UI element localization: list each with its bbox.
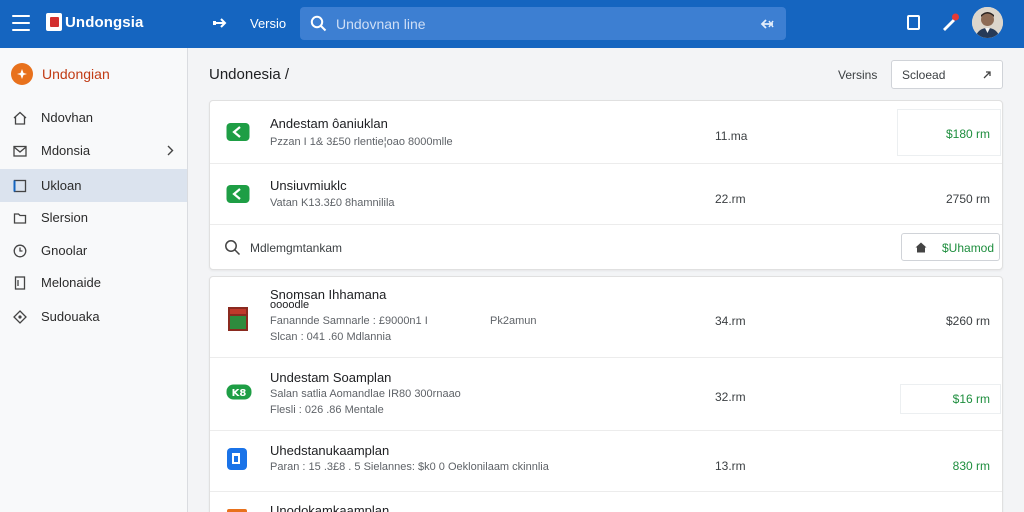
mail-icon [13, 145, 27, 157]
results-card: Andestam ôaniuklan Pzzan I 1& 3£50 rlent… [209, 100, 1003, 270]
list-item[interactable]: K8 Undestam Soamplan Salan satlia Aomand… [210, 358, 1002, 431]
items-card: Snomsan Ihhamana oooodle Fanannde Samnar… [209, 276, 1003, 512]
list-item[interactable]: Unodokamkaamplan [210, 492, 1002, 512]
home-action-button[interactable]: $Uhamod [901, 233, 1000, 261]
item-subtitle: Vatan K13.3£0 8hamnilila [270, 197, 395, 209]
app-icon-green: K8 [226, 384, 252, 400]
search-bar[interactable] [300, 7, 786, 40]
top-bar: Undongsia Versio [0, 0, 1024, 48]
home-icon [915, 242, 927, 253]
filter-row: $Uhamod [210, 227, 1002, 269]
item-subtitle-secondary: Flesli : 026 .86 Mentale [270, 404, 384, 416]
clear-search-icon[interactable] [760, 16, 776, 32]
versions-label: Versins [838, 68, 878, 82]
sidebar-item-ndovhan[interactable]: Ndovhan [0, 101, 187, 134]
item-title: Uhedstanukaamplan [270, 443, 390, 458]
item-title-secondary: oooodle [270, 299, 310, 311]
item-meta: Pk2amun [490, 315, 537, 327]
item-price: $260 rm [945, 314, 990, 328]
user-avatar[interactable] [972, 7, 1003, 38]
item-subtitle: Salan satlia Aomandlae IR80 300rnaao [270, 388, 461, 400]
app-logo-icon [46, 13, 62, 31]
home-icon [13, 111, 27, 125]
sidebar-item-label: Mdonsia [41, 143, 91, 158]
sidebar-item-sudouaka[interactable]: Sudouaka [0, 300, 187, 333]
version-select[interactable]: Scloead [891, 60, 1003, 89]
sidebar-item-label: Sudouaka [41, 309, 100, 324]
version-select-value: Scloead [902, 68, 946, 82]
window-icon[interactable] [907, 15, 920, 30]
item-quantity: 13.rm [715, 459, 746, 473]
app-icon-orange [227, 509, 247, 512]
item-price: 2750 rm [945, 192, 990, 206]
item-title: Andestam ôaniuklan [270, 116, 388, 131]
sidebar: Undongian Ndovhan Mdonsia Ukloan Slersio… [0, 48, 188, 512]
sidebar-brand-label: Undongian [42, 66, 110, 82]
filter-input[interactable] [250, 237, 650, 259]
item-price: 830 rm [952, 459, 990, 473]
item-subtitle-secondary: Slcan : 041 .60 Mdlannia [270, 331, 392, 343]
back-arrow-icon[interactable] [213, 16, 229, 30]
sidebar-item-melonaide[interactable]: Melonaide [0, 266, 187, 299]
app-icon-blue [227, 448, 247, 470]
document-icon [14, 276, 26, 290]
item-title: Undestam Soamplan [270, 370, 392, 385]
chevron-right-icon [167, 145, 174, 156]
item-quantity: 32.rm [715, 390, 746, 404]
book-icon [228, 307, 248, 331]
item-title: Unsiuvmiuklc [270, 178, 347, 193]
edit-pen-icon[interactable] [940, 12, 960, 32]
item-quantity: 22.rm [715, 192, 746, 206]
folder-icon [13, 179, 27, 193]
sidebar-item-label: Gnoolar [41, 243, 88, 258]
clock-icon [13, 244, 27, 258]
item-subtitle: Paran : 15 .3£8 . 5 Sielannes: $k0 0 Oek… [270, 461, 549, 473]
sidebar-item-slersion[interactable]: Slersion [0, 201, 187, 234]
menu-icon[interactable] [11, 13, 31, 33]
item-price: $16 rm [952, 392, 990, 406]
item-title: Unodokamkaamplan [270, 503, 390, 512]
sidebar-item-gnoolar[interactable]: Gnoolar [0, 234, 187, 267]
page-title: Undonesia / [209, 66, 290, 83]
sidebar-item-label: Ukloan [41, 178, 82, 193]
search-icon [225, 240, 241, 256]
expand-arrow-icon [983, 71, 991, 79]
sidebar-item-ukloan[interactable]: Ukloan [0, 169, 187, 202]
sidebar-brand[interactable]: Undongian [11, 63, 110, 85]
svg-text:K8: K8 [232, 388, 247, 399]
item-quantity: 34.rm [715, 314, 746, 328]
brand-logo-icon [11, 63, 33, 85]
list-item[interactable]: Uhedstanukaamplan Paran : 15 .3£8 . 5 Si… [210, 431, 1002, 492]
file-icon [13, 213, 27, 224]
home-action-label: $Uhamod [942, 241, 995, 255]
diamond-icon [13, 310, 27, 324]
sidebar-item-label: Ndovhan [41, 110, 94, 125]
search-input[interactable] [336, 7, 736, 40]
app-icon-green [226, 123, 250, 141]
search-icon [310, 15, 327, 32]
list-item[interactable]: Unsiuvmiuklc Vatan K13.3£0 8hamnilila 22… [210, 164, 1002, 225]
nav-version-link[interactable]: Versio [250, 16, 286, 31]
item-subtitle: Pzzan I 1& 3£50 rlentie¦oao 8000mlle [270, 136, 453, 148]
item-price: $180 rm [945, 127, 990, 141]
avatar-portrait-icon [972, 7, 1003, 38]
app-title: Undongsia [65, 14, 144, 31]
list-item[interactable]: Snomsan Ihhamana oooodle Fanannde Samnar… [210, 277, 1002, 358]
item-quantity: 11.ma [715, 129, 748, 143]
sidebar-item-label: Slersion [41, 210, 88, 225]
item-subtitle: Fanannde Samnarle : £9000n1 I [270, 315, 428, 327]
app-icon-green [226, 185, 250, 203]
list-item[interactable]: Andestam ôaniuklan Pzzan I 1& 3£50 rlent… [210, 101, 1002, 164]
sidebar-item-mdonsia[interactable]: Mdonsia [0, 134, 187, 167]
sidebar-item-label: Melonaide [41, 275, 101, 290]
